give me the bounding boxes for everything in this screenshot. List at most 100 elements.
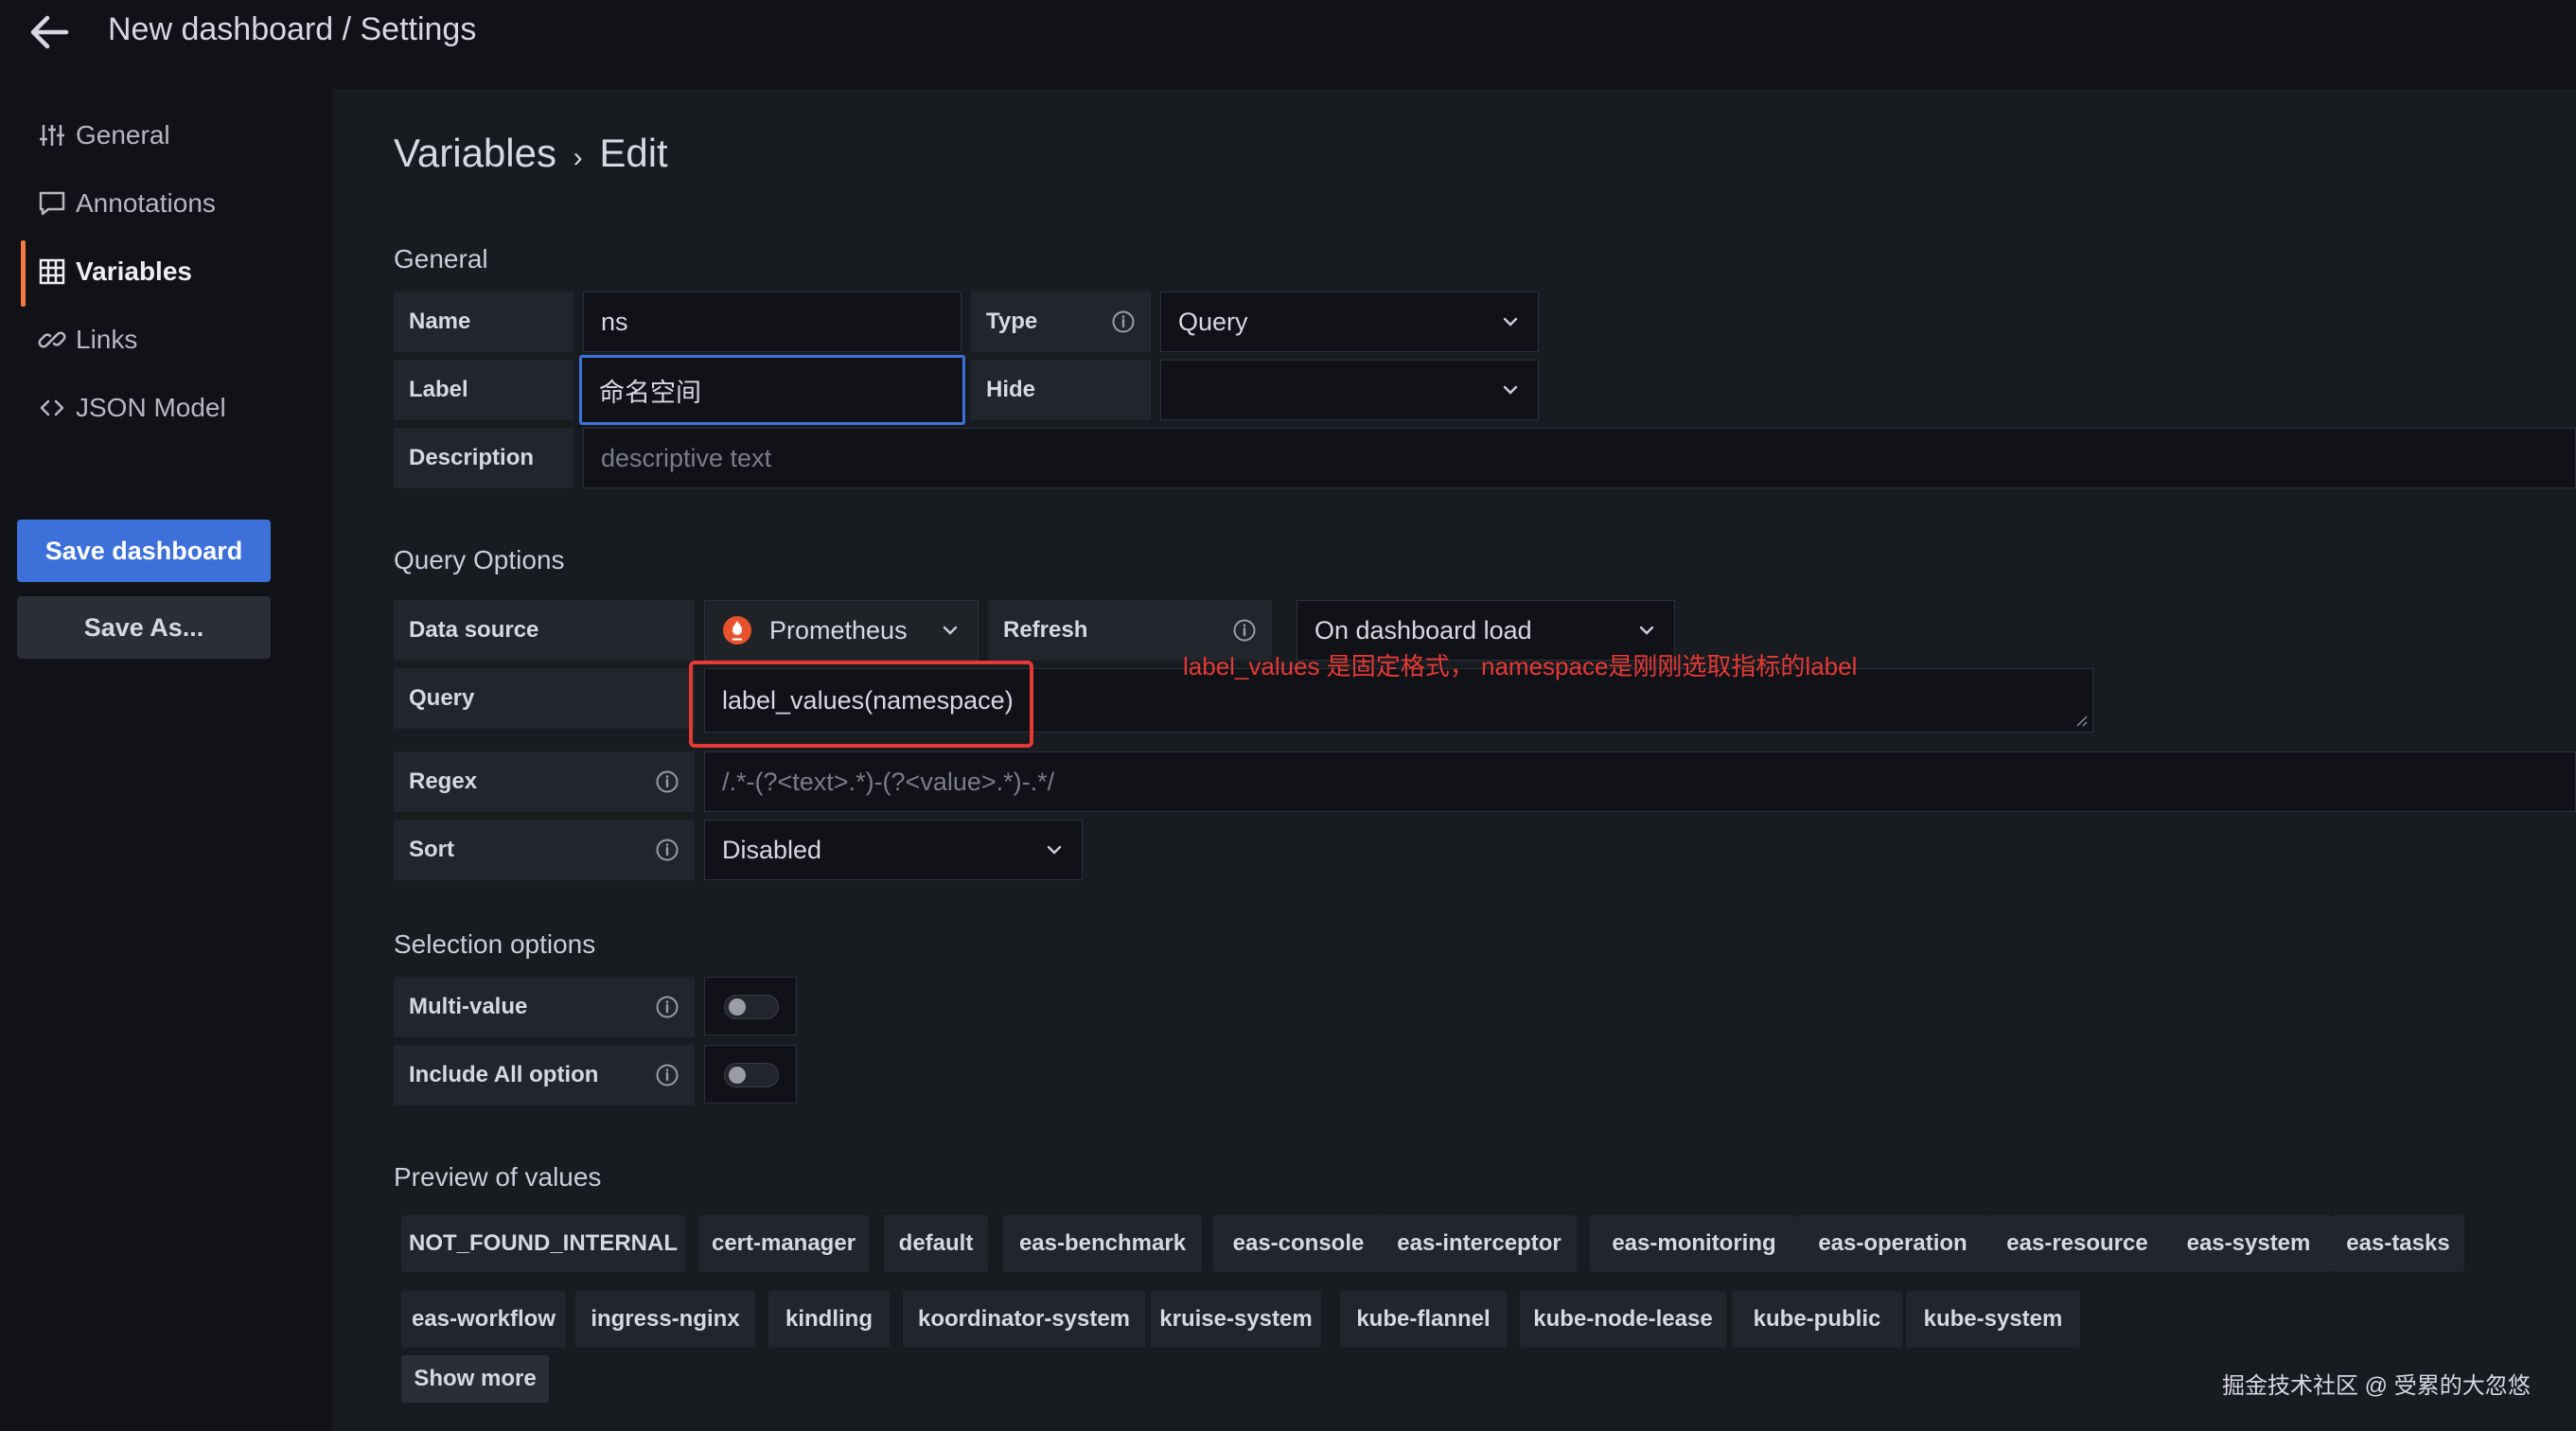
preview-value-chip: NOT_FOUND_INTERNAL — [401, 1215, 685, 1272]
multi-value-toggle[interactable] — [704, 977, 797, 1035]
include-all-label: Include All option — [394, 1045, 695, 1105]
sidebar-item-label: General — [76, 120, 170, 150]
regex-label-text: Regex — [409, 768, 478, 794]
page-title: New dashboard / Settings — [108, 11, 477, 47]
type-label: Type — [971, 292, 1151, 352]
info-icon[interactable] — [655, 769, 679, 794]
preview-value-chip: eas-monitoring — [1590, 1215, 1798, 1272]
annotation-text: label_values 是固定格式， namespace是刚刚选取指标的lab… — [1183, 652, 1858, 680]
preview-value-chip: eas-workflow — [401, 1291, 566, 1348]
table-icon — [38, 257, 66, 286]
info-icon[interactable] — [655, 1063, 679, 1087]
sidebar-item-label: Links — [76, 325, 138, 354]
multi-value-label: Multi-value — [394, 977, 695, 1037]
section-selection-title: Selection options — [394, 929, 596, 959]
datasource-select[interactable]: Prometheus — [704, 600, 979, 661]
info-icon[interactable] — [655, 838, 679, 862]
top-bar: New dashboard / Settings — [0, 0, 2576, 89]
multi-value-label-text: Multi-value — [409, 994, 528, 1019]
type-select-value: Query — [1178, 307, 1248, 336]
preview-value-chip: eas-system — [2165, 1215, 2332, 1272]
prometheus-icon — [723, 616, 751, 645]
code-icon — [38, 394, 66, 422]
toggle-knob — [729, 1067, 746, 1084]
query-label: Query — [394, 668, 695, 729]
label-label: Label — [394, 360, 573, 420]
datasource-label: Data source — [394, 600, 695, 661]
toggle-track — [724, 1063, 779, 1087]
heading-variables: Variables — [394, 131, 556, 175]
sidebar-item-links[interactable]: Links — [38, 316, 137, 363]
toggle-knob — [729, 998, 746, 1016]
chevron-down-icon — [943, 626, 958, 635]
preview-value-chip: eas-operation — [1798, 1215, 1987, 1272]
info-icon[interactable] — [1111, 309, 1136, 334]
active-indicator — [21, 240, 26, 307]
label-input[interactable]: 命名空间 — [579, 355, 965, 425]
preview-value-chip: kube-node-lease — [1520, 1291, 1726, 1348]
section-preview-title: Preview of values — [394, 1162, 602, 1192]
preview-value-chip: kruise-system — [1151, 1291, 1321, 1348]
chevron-down-icon — [1503, 317, 1518, 327]
save-as-button[interactable]: Save As... — [17, 596, 271, 659]
preview-value-chip: kube-system — [1906, 1291, 2080, 1348]
preview-value-chip: kube-flannel — [1340, 1291, 1507, 1348]
page-heading: Variables › Edit — [394, 131, 668, 176]
regex-label: Regex — [394, 751, 695, 812]
sidebar-item-label: Annotations — [76, 188, 216, 218]
settings-sidebar: General Annotations Variables Links JSON… — [0, 89, 333, 1431]
preview-value-chip: eas-interceptor — [1382, 1215, 1577, 1272]
refresh-label-text: Refresh — [1003, 617, 1088, 643]
hide-label: Hide — [971, 360, 1151, 420]
sidebar-item-label: Variables — [76, 256, 192, 286]
preview-value-chip: default — [884, 1215, 988, 1272]
sliders-icon — [38, 121, 66, 150]
info-icon[interactable] — [655, 995, 679, 1019]
sidebar-item-general[interactable]: General — [38, 112, 170, 159]
preview-value-chip: cert-manager — [698, 1215, 869, 1272]
name-input[interactable]: ns — [583, 292, 962, 352]
description-label: Description — [394, 428, 573, 488]
description-input[interactable]: descriptive text — [583, 428, 2576, 488]
preview-value-chip: koordinator-system — [903, 1291, 1145, 1348]
type-label-text: Type — [986, 309, 1038, 334]
section-general-title: General — [394, 244, 488, 274]
sidebar-item-label: JSON Model — [76, 393, 226, 422]
arrow-left-icon[interactable] — [28, 13, 70, 51]
watermark: 掘金技术社区 @ 受累的大忽悠 — [2222, 1373, 2531, 1399]
info-icon[interactable] — [1232, 618, 1257, 643]
heading-separator: › — [573, 142, 583, 173]
heading-edit: Edit — [599, 131, 668, 175]
chevron-down-icon — [1503, 385, 1518, 395]
sidebar-item-annotations[interactable]: Annotations — [38, 180, 216, 227]
main-content: Variables › Edit General Name ns Type Qu… — [334, 89, 2576, 1431]
section-query-options-title: Query Options — [394, 545, 565, 574]
chevron-down-icon — [1639, 626, 1654, 635]
sort-select[interactable]: Disabled — [704, 820, 1083, 880]
sidebar-item-variables[interactable]: Variables — [38, 248, 192, 295]
highlight-box — [689, 661, 1033, 748]
preview-value-chip: eas-resource — [1985, 1215, 2170, 1272]
sort-label: Sort — [394, 820, 695, 880]
toggle-track — [724, 995, 779, 1019]
comment-icon — [38, 189, 66, 218]
sidebar-item-json-model[interactable]: JSON Model — [38, 384, 226, 432]
preview-value-chip: eas-console — [1213, 1215, 1384, 1272]
resize-handle-icon[interactable] — [2073, 713, 2089, 728]
chevron-down-icon — [1047, 845, 1062, 855]
regex-input[interactable]: /.*-(?<text>.*)-(?<value>.*)-.*/ — [704, 751, 2576, 812]
type-select[interactable]: Query — [1160, 292, 1539, 352]
preview-value-chip: kube-public — [1732, 1291, 1902, 1348]
include-all-toggle[interactable] — [704, 1045, 797, 1104]
refresh-value: On dashboard load — [1314, 615, 1532, 645]
include-all-label-text: Include All option — [409, 1062, 599, 1087]
preview-value-chip: eas-tasks — [2332, 1215, 2464, 1272]
save-dashboard-button[interactable]: Save dashboard — [17, 520, 271, 582]
hide-select[interactable] — [1160, 360, 1539, 420]
preview-value-chip: ingress-nginx — [575, 1291, 755, 1348]
show-more-button[interactable]: Show more — [401, 1355, 549, 1403]
sort-value: Disabled — [722, 835, 822, 864]
sort-label-text: Sort — [409, 837, 454, 862]
preview-value-chip: eas-benchmark — [1003, 1215, 1202, 1272]
datasource-value: Prometheus — [769, 615, 908, 645]
